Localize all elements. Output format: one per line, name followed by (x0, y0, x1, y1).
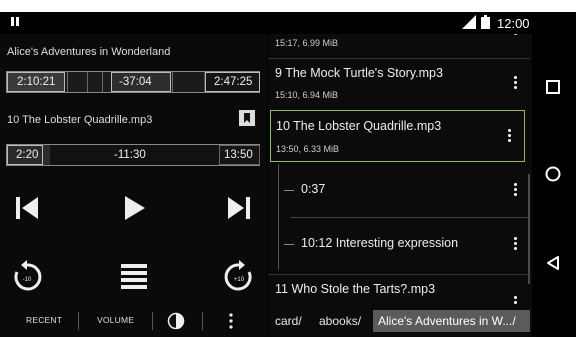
item-menu-icon[interactable] (514, 237, 518, 252)
item-menu-icon[interactable] (514, 34, 518, 37)
back-icon[interactable] (545, 255, 561, 271)
book-elapsed: 2:10:21 (17, 76, 56, 88)
breadcrumb-item-card[interactable]: card/ (270, 310, 307, 332)
list-item-file-9[interactable]: 9 The Mock Turtle's Story.mp3 15:10, 6.9… (268, 60, 530, 106)
bookmark-icon (244, 113, 250, 123)
contrast-icon (167, 312, 185, 330)
rewind-icon: -10 (14, 260, 42, 291)
forward-label: +10 (234, 277, 245, 283)
previous-button[interactable] (8, 189, 46, 227)
fast-forward-icon: +10 (224, 260, 252, 291)
breadcrumb: card/ abooks/ Alice's Adventures in W...… (268, 306, 532, 334)
book-total: 2:47:25 (214, 76, 253, 88)
next-button[interactable] (220, 189, 258, 227)
track-elapsed: 2:20 (16, 149, 39, 161)
chapters-button[interactable] (115, 258, 153, 296)
skip-previous-icon (16, 197, 38, 219)
overflow-menu-button[interactable] (229, 313, 233, 329)
track-progress-bar[interactable]: 2:20 -11:30 13:50 (6, 144, 260, 166)
file-title: 9 The Mock Turtle's Story.mp3 (275, 66, 443, 80)
breadcrumb-item-current[interactable]: Alice's Adventures in W.../ (373, 310, 530, 332)
book-progress-bar[interactable]: 2:10:21 -37:04 2:47:25 (6, 71, 260, 93)
forward-button[interactable]: +10 (220, 258, 258, 296)
file-info: 15:17, 6.99 MiB (275, 38, 339, 48)
item-menu-icon[interactable] (508, 129, 512, 144)
signal-icon (462, 15, 476, 29)
file-info: 15:10, 6.94 MiB (275, 90, 339, 100)
file-title: 11 Who Stole the Tarts?.mp3 (275, 282, 436, 296)
bookmark-label: 0:37 (301, 182, 326, 196)
device-screen: 12:00 Alice's Adventures in Wonderland 2… (0, 12, 576, 337)
more-vert-icon (229, 313, 233, 329)
bookmark-item-2[interactable]: 10:12 Interesting expression (268, 220, 530, 270)
list-icon (121, 264, 147, 289)
item-menu-icon[interactable] (514, 296, 518, 306)
theme-toggle-button[interactable] (167, 312, 185, 330)
navigation-bar (532, 12, 576, 337)
file-info: 13:50, 6.33 MiB (276, 144, 340, 154)
item-menu-icon[interactable] (514, 76, 518, 91)
skip-next-icon (228, 197, 250, 219)
bookmark-item-1[interactable]: 0:37 (268, 166, 530, 216)
list-item-file-11[interactable]: 11 Who Stole the Tarts?.mp3 (268, 276, 530, 306)
track-title: 10 The Lobster Quadrille.mp3 (7, 114, 153, 126)
recents-icon[interactable] (545, 79, 561, 95)
track-remaining: -11:30 (114, 149, 146, 161)
play-icon (125, 196, 145, 220)
file-list-panel: 15:17, 6.99 MiB 9 The Mock Turtle's Stor… (268, 34, 532, 337)
rewind-label: -10 (23, 277, 32, 283)
battery-icon (481, 15, 490, 29)
breadcrumb-item-abooks[interactable]: abooks/ (314, 310, 366, 332)
file-title: 10 The Lobster Quadrille.mp3 (276, 119, 442, 133)
volume-button[interactable]: VOLUME (97, 315, 134, 325)
track-total: 13:50 (224, 149, 253, 161)
book-remaining: -37:04 (119, 76, 152, 88)
home-icon[interactable] (544, 165, 562, 183)
list-item-partial[interactable]: 15:17, 6.99 MiB (268, 34, 530, 56)
bookmark-button[interactable] (239, 110, 255, 126)
play-button[interactable] (115, 189, 153, 227)
list-item-file-10-selected[interactable]: 10 The Lobster Quadrille.mp3 13:50, 6.33… (270, 110, 525, 162)
player-panel: Alice's Adventures in Wonderland 2:10:21… (0, 34, 267, 337)
rewind-button[interactable]: -10 (8, 258, 46, 296)
status-bar: 12:00 (0, 12, 540, 34)
pause-indicator-icon (11, 17, 20, 26)
bookmark-label: 10:12 Interesting expression (301, 236, 459, 250)
status-clock: 12:00 (497, 16, 530, 31)
player-bottom-bar: RECENT VOLUME (0, 306, 267, 336)
item-menu-icon[interactable] (514, 183, 518, 198)
recent-button[interactable]: RECENT (26, 315, 62, 325)
book-title: Alice's Adventures in Wonderland (7, 46, 171, 58)
